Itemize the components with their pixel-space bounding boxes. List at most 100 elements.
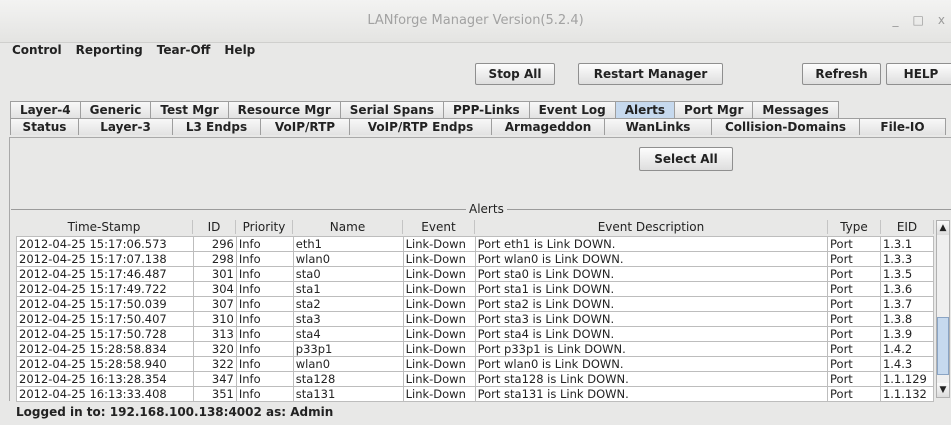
cell-type: Port — [827, 341, 881, 357]
table-row[interactable]: 2012-04-25 15:17:46.487 301 Info sta0 Link-D… — [16, 266, 935, 282]
cell-event: Link-Down — [402, 266, 476, 282]
table-row[interactable]: 2012-04-25 15:17:07.138 298 Info wlan0 Link-… — [16, 251, 935, 267]
cell-type: Port — [827, 266, 881, 282]
tab-test-mgr[interactable]: Test Mgr — [150, 101, 229, 118]
tab-voip-rtp[interactable]: VoIP/RTP — [260, 118, 350, 135]
tab-row-bottom: Status Layer-3 L3 Endps VoIP/RTP VoIP/RT… — [10, 118, 951, 135]
help-button[interactable]: HELP — [886, 63, 951, 85]
cell-name: wlan0 — [292, 356, 404, 372]
table-row[interactable]: 2012-04-25 15:17:49.722 304 Info sta1 Link-D… — [16, 281, 935, 297]
cell-time-stamp: 2012-04-25 15:28:58.834 — [16, 341, 194, 357]
vertical-scrollbar[interactable]: ▲ ▼ — [936, 220, 950, 398]
cell-name: sta1 — [292, 281, 404, 297]
alerts-table: 2012-04-25 15:17:06.573 296 Info eth1 Link-D… — [16, 219, 935, 402]
cell-event: Link-Down — [402, 311, 476, 327]
select-all-button[interactable]: Select All — [639, 147, 733, 171]
cell-event-description: Port sta3 is Link DOWN. — [474, 311, 829, 327]
cell-type: Port — [827, 311, 881, 327]
cell-priority: Info — [235, 281, 294, 297]
cell-id: 296 — [192, 236, 237, 252]
tab-alerts[interactable]: Alerts — [614, 101, 676, 118]
tab-file-io[interactable]: File-IO — [859, 118, 946, 135]
menu-bar: Control Reporting Tear-Off Help — [0, 43, 255, 61]
table-row[interactable]: 2012-04-25 15:17:06.573 296 Info eth1 Link-D… — [16, 236, 935, 252]
cell-time-stamp: 2012-04-25 15:17:07.138 — [16, 251, 194, 267]
restart-manager-button[interactable]: Restart Manager — [578, 63, 723, 85]
cell-event-description: Port sta2 is Link DOWN. — [474, 296, 829, 312]
table-row[interactable]: 2012-04-25 16:13:28.354 347 Info sta128 Link… — [16, 371, 935, 387]
cell-event: Link-Down — [402, 281, 476, 297]
cell-event-description: Port sta128 is Link DOWN. — [474, 371, 829, 387]
table-row[interactable]: 2012-04-25 15:28:58.834 320 Info p33p1 Link-… — [16, 341, 935, 357]
tab-ppp-links[interactable]: PPP-Links — [443, 101, 530, 118]
cell-event: Link-Down — [402, 326, 476, 342]
tab-status[interactable]: Status — [10, 118, 79, 135]
menu-reporting[interactable]: Reporting — [76, 43, 143, 61]
cell-type: Port — [827, 371, 881, 387]
tab-generic[interactable]: Generic — [79, 101, 152, 118]
cell-event-description: Port sta1 is Link DOWN. — [474, 281, 829, 297]
cell-id: 322 — [192, 356, 237, 372]
scrollbar-thumb[interactable] — [937, 317, 949, 375]
tab-collision-domains[interactable]: Collision-Domains — [711, 118, 860, 135]
cell-event: Link-Down — [402, 341, 476, 357]
tab-row-top: Layer-4 Generic Test Mgr Resource Mgr Se… — [10, 101, 839, 118]
table-row[interactable]: 2012-04-25 15:17:50.407 310 Info sta3 Link-D… — [16, 311, 935, 327]
table-row[interactable]: 2012-04-25 15:28:58.940 322 Info wlan0 Link-… — [16, 356, 935, 372]
window-title: LANforge Manager Version(5.2.4) — [367, 13, 584, 28]
cell-priority: Info — [235, 251, 294, 267]
tab-resource-mgr[interactable]: Resource Mgr — [227, 101, 341, 118]
alerts-title: Alerts — [466, 202, 507, 216]
cell-event-description: Port eth1 is Link DOWN. — [474, 236, 829, 252]
cell-eid: 1.3.8 — [879, 311, 935, 327]
cell-event-description: Port sta131 is Link DOWN. — [474, 386, 829, 402]
tab-armageddon[interactable]: Armageddon — [491, 118, 605, 135]
cell-type: Port — [827, 236, 881, 252]
cell-type: Port — [827, 356, 881, 372]
tab-serial-spans[interactable]: Serial Spans — [339, 101, 444, 118]
cell-priority: Info — [235, 341, 294, 357]
tab-l3-endps[interactable]: L3 Endps — [172, 118, 261, 135]
close-icon[interactable]: x — [938, 13, 945, 27]
table-row[interactable]: 2012-04-25 15:17:50.039 307 Info sta2 Link-D… — [16, 296, 935, 312]
cell-event: Link-Down — [402, 356, 476, 372]
cell-name: wlan0 — [292, 251, 404, 267]
menu-control[interactable]: Control — [12, 43, 62, 61]
tab-event-log[interactable]: Event Log — [528, 101, 616, 118]
stop-all-button[interactable]: Stop All — [475, 63, 555, 85]
scroll-up-icon[interactable]: ▲ — [937, 221, 949, 235]
cell-eid: 1.3.9 — [879, 326, 935, 342]
refresh-button[interactable]: Refresh — [802, 63, 881, 85]
cell-time-stamp: 2012-04-25 15:17:50.039 — [16, 296, 194, 312]
cell-id: 347 — [192, 371, 237, 387]
cell-time-stamp: 2012-04-25 15:17:50.728 — [16, 326, 194, 342]
cell-time-stamp: 2012-04-25 16:13:28.354 — [16, 371, 194, 387]
menu-tear-off[interactable]: Tear-Off — [157, 43, 211, 61]
table-row[interactable]: 2012-04-25 15:17:50.728 313 Info sta4 Link-D… — [16, 326, 935, 342]
scroll-down-icon[interactable]: ▼ — [937, 383, 949, 397]
cell-type: Port — [827, 251, 881, 267]
cell-event: Link-Down — [402, 236, 476, 252]
cell-event-description: Port p33p1 is Link DOWN. — [474, 341, 829, 357]
tab-layer-4[interactable]: Layer-4 — [10, 101, 81, 118]
cell-eid: 1.1.132 — [879, 386, 935, 402]
minimize-icon[interactable]: _ — [893, 13, 899, 27]
tab-messages[interactable]: Messages — [752, 101, 839, 118]
maximize-icon[interactable]: □ — [913, 13, 924, 27]
login-status: Logged in to: 192.168.100.138:4002 as: A… — [16, 405, 334, 419]
table-row[interactable]: 2012-04-25 16:13:33.408 351 Info sta131 Link… — [16, 386, 935, 402]
tab-wanlinks[interactable]: WanLinks — [604, 118, 712, 135]
window-controls: _ □ x — [893, 13, 945, 27]
cell-eid: 1.3.7 — [879, 296, 935, 312]
cell-id: 298 — [192, 251, 237, 267]
cell-name: eth1 — [292, 236, 404, 252]
alerts-table-body: 2012-04-25 15:17:06.573 296 Info eth1 Link-D… — [16, 236, 935, 402]
cell-time-stamp: 2012-04-25 15:17:49.722 — [16, 281, 194, 297]
menu-help[interactable]: Help — [224, 43, 255, 61]
cell-type: Port — [827, 326, 881, 342]
tab-port-mgr[interactable]: Port Mgr — [674, 101, 754, 118]
tab-layer-3[interactable]: Layer-3 — [78, 118, 173, 135]
cell-id: 307 — [192, 296, 237, 312]
tab-voip-rtp-endps[interactable]: VoIP/RTP Endps — [349, 118, 492, 135]
cell-time-stamp: 2012-04-25 15:17:50.407 — [16, 311, 194, 327]
